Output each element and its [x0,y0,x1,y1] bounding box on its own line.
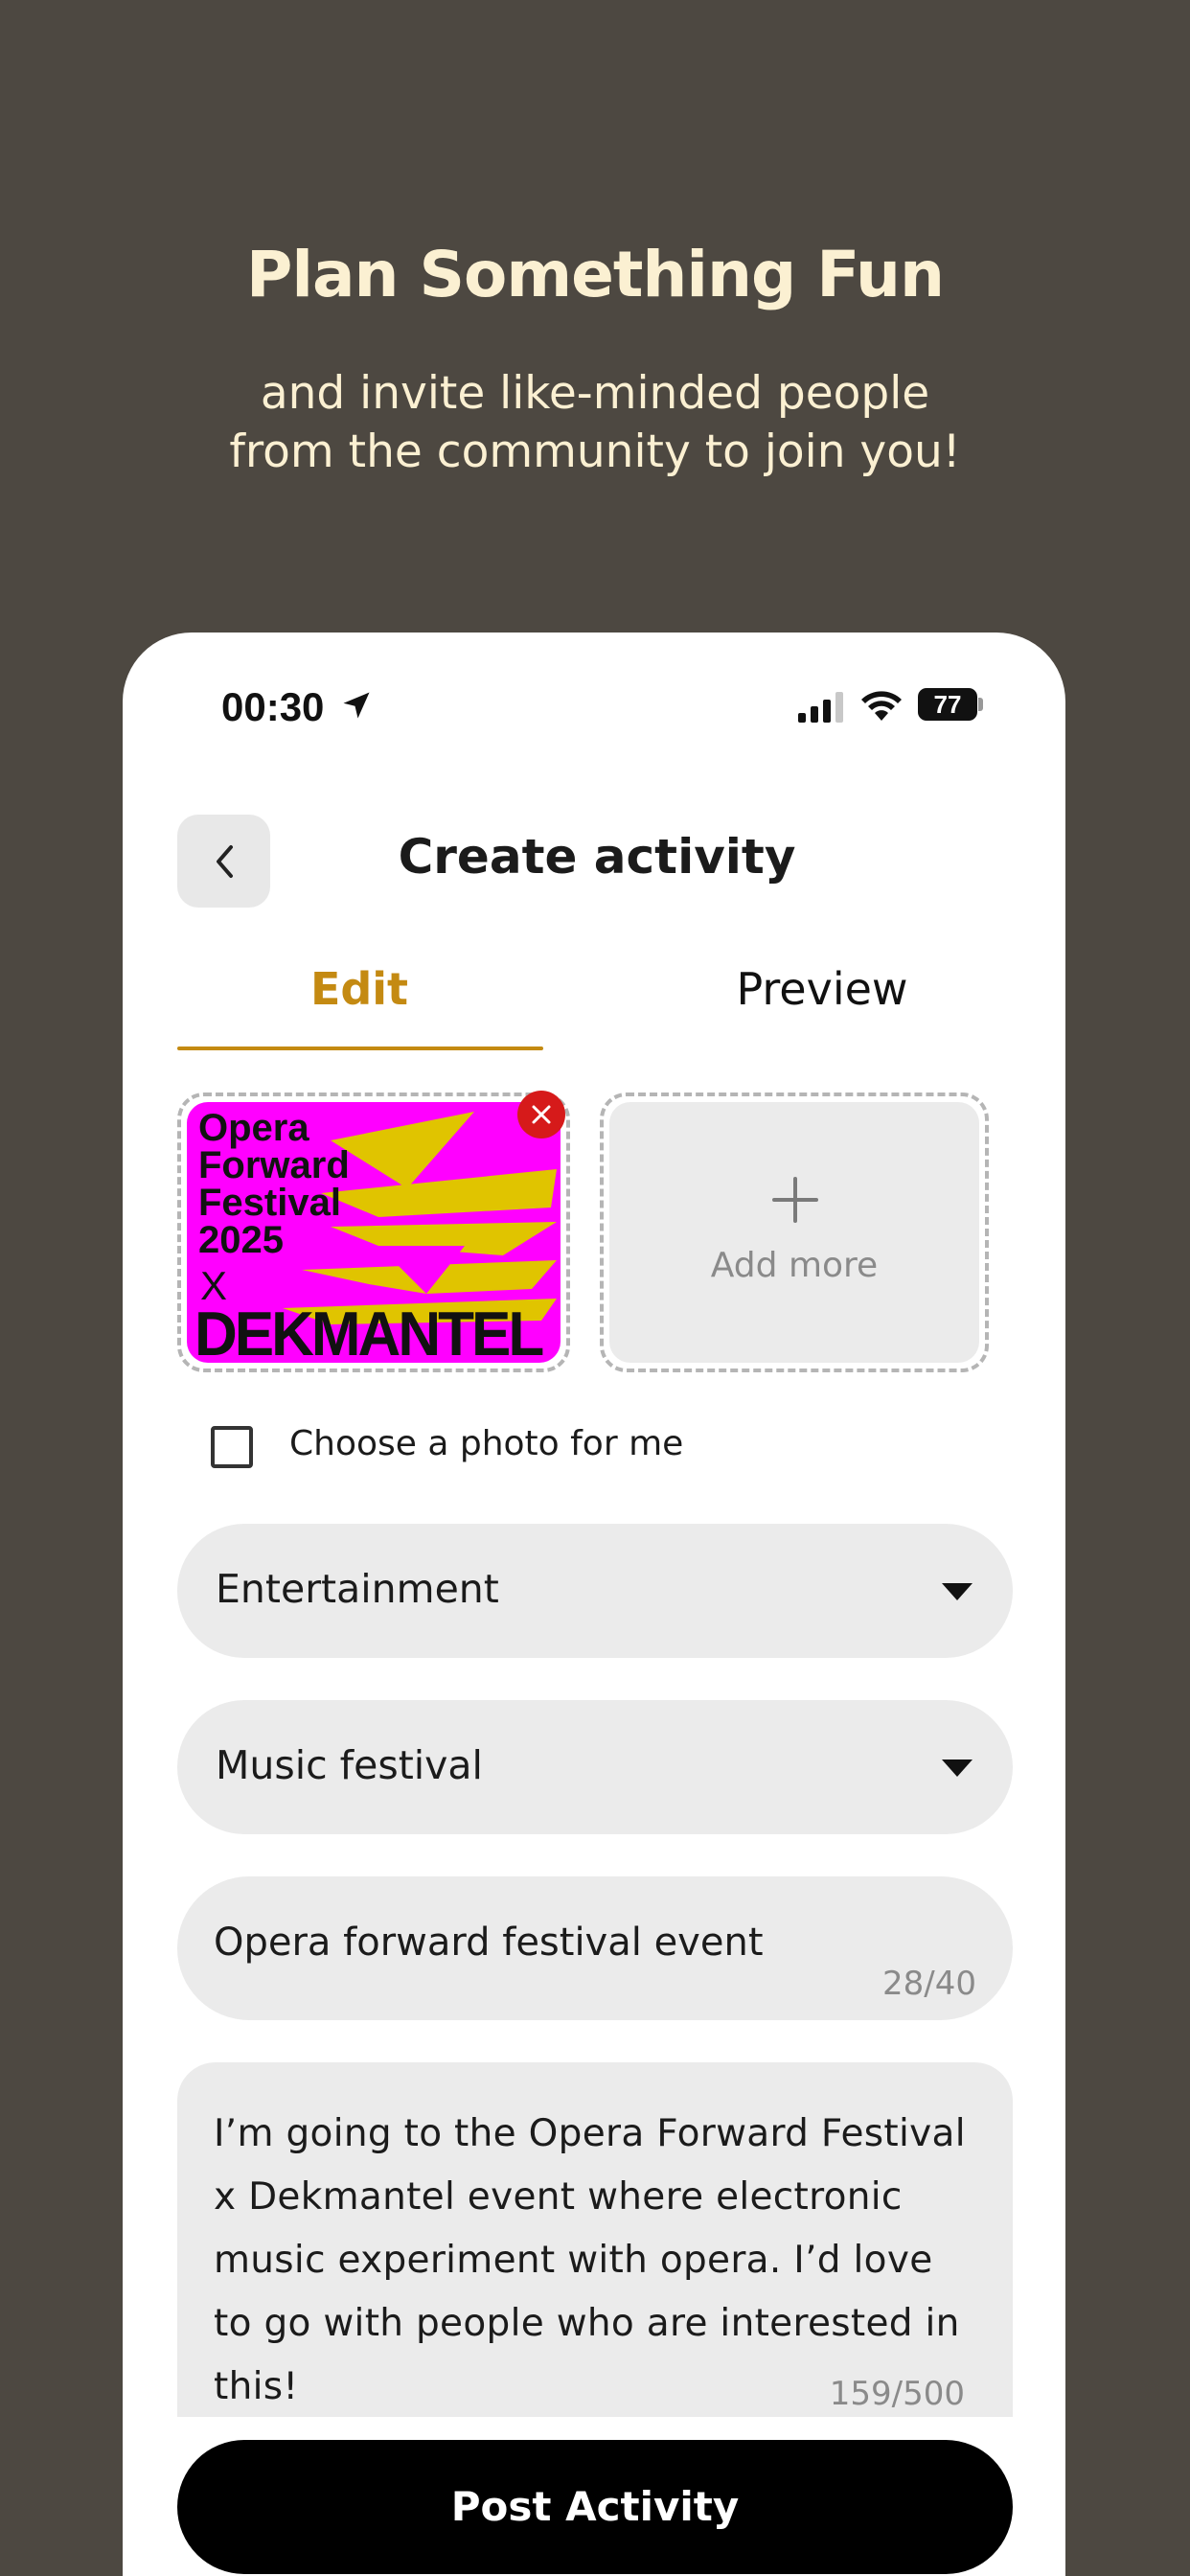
plus-icon [772,1177,818,1223]
title-char-count: 28/40 [882,1965,976,2003]
subcategory-select[interactable]: Music festival [177,1700,1013,1834]
choose-photo-label[interactable]: Choose a photo for me [289,1424,683,1463]
activity-description-input[interactable]: I’m going to the Opera Forward Festival … [177,2062,1013,2417]
page-title: Create activity [398,829,796,885]
add-more-label: Add more [710,1246,879,1285]
tab-edit[interactable]: Edit [177,963,541,1015]
phone-screen: 00:30 77 Create activity Edit Preview Op… [123,632,1065,2576]
subcategory-select-value: Music festival [216,1742,483,1788]
choose-photo-checkbox[interactable] [211,1426,253,1468]
status-time: 00:30 [221,684,325,729]
activity-description-value: I’m going to the Opera Forward Festival … [214,2112,966,2408]
add-photo-button[interactable]: Add more [600,1092,989,1372]
event-poster-image: Opera Forward Festival 2025 X DEKMANTEL [187,1102,561,1363]
category-select[interactable]: Entertainment [177,1524,1013,1658]
activity-title-value: Opera forward festival event [214,1920,764,1965]
remove-photo-button[interactable] [517,1091,565,1138]
tab-preview[interactable]: Preview [640,963,1004,1015]
close-icon [532,1105,551,1124]
photo-tile[interactable]: Opera Forward Festival 2025 X DEKMANTEL [177,1092,570,1372]
poster-title: Opera Forward Festival 2025 [198,1107,350,1261]
caret-down-icon [942,1583,973,1600]
battery-icon: 77 [918,688,977,721]
cellular-signal-icon [798,692,843,723]
category-select-value: Entertainment [216,1566,499,1612]
description-char-count: 159/500 [829,2375,965,2413]
battery-tip [978,698,983,711]
post-activity-button[interactable]: Post Activity [177,2440,1013,2574]
back-button[interactable] [177,815,270,908]
chevron-left-icon [216,844,233,878]
active-tab-indicator [177,1046,543,1050]
promo-headline: Plan Something Fun [245,238,945,311]
promo-subline: and invite like-minded people from the c… [229,367,961,478]
add-photo-area: Add more [609,1102,979,1363]
location-arrow-icon [343,692,370,719]
poster-brand: DEKMANTEL [195,1300,544,1363]
activity-title-input[interactable]: Opera forward festival event 28/40 [177,1876,1013,2020]
caret-down-icon [942,1760,973,1777]
wifi-icon [861,691,902,721]
